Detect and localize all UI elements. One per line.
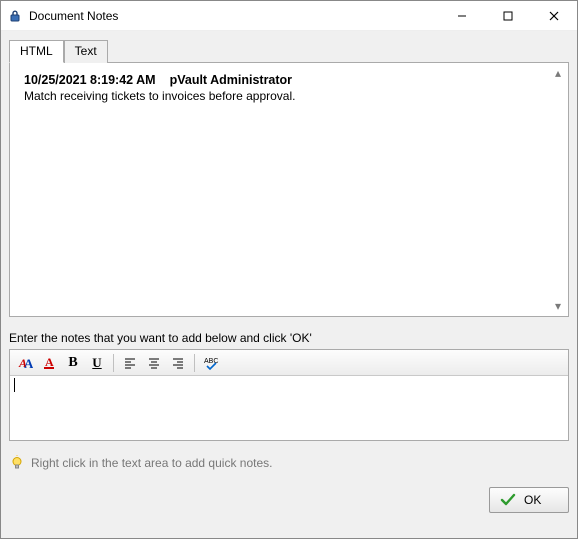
dialog-button-row: OK xyxy=(9,487,569,513)
scrollbar[interactable]: ▴ ▾ xyxy=(550,67,566,312)
notes-input[interactable] xyxy=(10,376,568,440)
minimize-button[interactable] xyxy=(439,1,485,30)
tab-html[interactable]: HTML xyxy=(9,40,64,63)
font-color-button[interactable]: A xyxy=(37,352,61,374)
window-buttons xyxy=(439,1,577,30)
align-left-button[interactable] xyxy=(118,352,142,374)
bold-button[interactable]: B xyxy=(61,352,85,374)
align-right-button[interactable] xyxy=(166,352,190,374)
title-bar: Document Notes xyxy=(1,1,577,31)
svg-text:A: A xyxy=(45,355,54,369)
ok-button-label: OK xyxy=(524,493,541,507)
toolbar-separator xyxy=(113,354,114,372)
underline-button[interactable]: U xyxy=(85,352,109,374)
client-area: HTML Text 10/25/2021 8:19:42 AM pVault Ad… xyxy=(1,31,577,538)
align-center-button[interactable] xyxy=(142,352,166,374)
check-icon xyxy=(500,492,516,508)
note-timestamp: 10/25/2021 8:19:42 AM xyxy=(24,73,156,87)
font-button[interactable]: A A xyxy=(13,352,37,374)
window-title: Document Notes xyxy=(29,9,439,23)
tab-text[interactable]: Text xyxy=(64,40,108,63)
instruction-label: Enter the notes that you want to add bel… xyxy=(9,331,569,345)
editor-toolbar: A A A B U xyxy=(10,350,568,376)
ok-button[interactable]: OK xyxy=(489,487,569,513)
note-body: Match receiving tickets to invoices befo… xyxy=(24,89,550,103)
maximize-button[interactable] xyxy=(485,1,531,30)
close-button[interactable] xyxy=(531,1,577,30)
spellcheck-button[interactable]: ABC xyxy=(199,352,223,374)
lightbulb-icon xyxy=(9,455,25,471)
scroll-down-icon: ▾ xyxy=(555,300,561,312)
note-author: pVault Administrator xyxy=(170,73,292,87)
editor-container: A A A B U xyxy=(9,349,569,441)
hint-text: Right click in the text area to add quic… xyxy=(31,456,272,470)
tab-strip: HTML Text xyxy=(9,39,569,62)
svg-text:A: A xyxy=(24,356,33,371)
hint-row: Right click in the text area to add quic… xyxy=(9,455,569,471)
lock-icon xyxy=(7,8,23,24)
text-caret xyxy=(14,378,15,392)
note-header: 10/25/2021 8:19:42 AM pVault Administrato… xyxy=(24,73,550,87)
scroll-up-icon: ▴ xyxy=(555,67,561,79)
notes-display-panel: 10/25/2021 8:19:42 AM pVault Administrato… xyxy=(9,62,569,317)
svg-text:ABC: ABC xyxy=(204,358,218,365)
toolbar-separator xyxy=(194,354,195,372)
